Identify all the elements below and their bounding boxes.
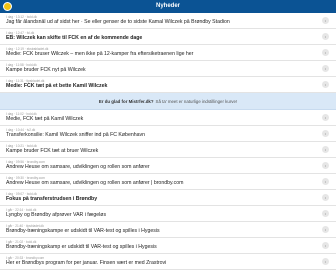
news-item-headline-extra[interactable]: · Se eller genser de to sidste Kamal Wil… [80,19,230,25]
news-list-item[interactable]: I dag · 10:21 · bold.dk Kampe bruder FCK … [0,142,336,158]
news-list-item[interactable]: I dag · 12:19 · ekstrabladet.dk Medie: FC… [0,45,336,61]
news-item-headline-text[interactable]: EB: Wilczek kan skifte til FCK en af de … [6,35,142,41]
promo-banner-text[interactable]: Så ta' meet er naturlige indstillinger k… [156,99,238,104]
comment-count-icon[interactable]: • [322,114,329,121]
comment-count-icon[interactable]: • [322,210,329,217]
news-list-item[interactable]: I går · 20:33 · brondby.com Her er Brøndb… [0,254,336,270]
news-item-headline-text[interactable]: Brøndby-træningskamp er udskidt til VAR-… [6,244,157,250]
news-item-headline[interactable]: Jag får ålandsnål ud af sidst her · Se e… [6,19,314,26]
comment-count-icon[interactable]: • [322,49,329,56]
comment-count-icon[interactable]: • [322,226,329,233]
news-item-headline-text[interactable]: Kampe bruder FCK tæt at bruer Wilczek [6,148,98,154]
comment-count-icon[interactable]: • [322,81,329,88]
news-item-headline-text[interactable]: Medie: FCK bruser Wilczek – men ikke på … [6,51,193,57]
news-item-headline-text[interactable]: Medie, FCK tæt på Kamil Wilczek [6,116,83,122]
news-item-headline[interactable]: Fokus på transferstrudsen i Brøndby [6,196,314,203]
news-item-headline[interactable]: Transferkonsilie: Kamil Wilczek sniffer … [6,132,314,139]
news-item-headline[interactable]: Lyngby og Brøndby afprøver VAR i fægeløs [6,212,314,219]
comment-count-icon[interactable]: • [322,130,329,137]
news-list-item[interactable]: I dag · 11:02 · bold.dk Medie, FCK tæt på… [0,110,336,126]
news-item-headline-text[interactable]: Fokus på transferstrudsen i Brøndby [6,196,97,202]
comment-count-icon[interactable]: • [322,162,329,169]
top-navigation-bar: Nyheder [0,0,336,13]
news-item-headline[interactable]: Medie: FCK bruser Wilczek – men ikke på … [6,51,314,58]
news-list-item[interactable]: I dag · 09:56 · brondby.com Andrew Heuse … [0,158,336,174]
page-title: Nyheder [155,3,180,9]
news-list-item[interactable]: I går · 21:40 · tipsbladet.dk Brøndby-træ… [0,222,336,238]
news-list-item[interactable]: I dag · 11:58 · bold.dk Kampe bruder FCK … [0,61,336,77]
news-item-headline[interactable]: Brøndby-træningskampe er udskidt til VAR… [6,228,314,235]
news-feed: I dag · 13:12 · bold.dk Jag får ålandsnål… [0,13,336,270]
news-item-headline[interactable]: EB: Wilczek kan skifte til FCK en af de … [6,35,314,42]
news-item-headline-text[interactable]: Kampe bruder FCK nyt på Wilczek [6,67,86,73]
news-item-headline-text[interactable]: Andrew Heuse om samsare, udviklingen og … [6,180,183,186]
news-list-item[interactable]: I går · 21:02 · bold.dk Brøndby-træningsk… [0,238,336,254]
news-list-item[interactable]: I dag · 10:44 · tv2.dk Transferkonsilie: … [0,126,336,142]
comment-count-icon[interactable]: • [322,258,329,265]
news-item-headline[interactable]: Andrew Heuse om samsare, udviklingen og … [6,180,314,187]
news-item-headline[interactable]: Andrew Heuse om samsare, udviklingen og … [6,164,314,171]
news-item-headline-text[interactable]: Her er Brøndbys program for per januar. … [6,260,166,266]
news-item-headline-text[interactable]: Jag får ålandsnål ud af sidst her [6,19,80,25]
news-item-headline[interactable]: Medie: FCK tæt på et bette Kamil Wilczek [6,83,314,90]
news-list-item[interactable]: I går · 22:14 · bold.dk Lyngby og Brøndby… [0,206,336,222]
promo-banner-title: Er du glad for Mistrfer.dk? [98,98,154,104]
news-item-headline-text[interactable]: Lyngby og Brøndby afprøver VAR i fægeløs [6,212,106,218]
comment-count-icon[interactable]: • [322,17,329,24]
comment-count-icon[interactable]: • [322,178,329,185]
news-list-item[interactable]: I dag · 09:30 · brondby.com Andrew Heuse … [0,174,336,190]
news-list-item[interactable]: I dag · 13:12 · bold.dk Jag får ålandsnål… [0,13,336,29]
news-list-item[interactable]: I dag · 11:31 · tipsbladet.dk Medie: FCK … [0,77,336,93]
comment-count-icon[interactable]: • [322,65,329,72]
news-list-item[interactable]: I dag · 09:07 · bold.dk Fokus på transfer… [0,190,336,206]
comment-count-icon[interactable]: • [322,194,329,201]
app-logo-icon[interactable] [3,2,12,11]
news-item-headline-text[interactable]: Medie: FCK tæt på et bette Kamil Wilczek [6,83,107,89]
promo-banner[interactable]: Er du glad for Mistrfer.dk? Så ta' meet e… [0,93,336,110]
news-list-item[interactable]: I dag · 12:47 · fcl.dk EB: Wilczek kan sk… [0,29,336,45]
news-item-headline[interactable]: Brøndby-træningskamp er udskidt til VAR-… [6,244,314,251]
news-item-headline-text[interactable]: Andrew Heuse om samsare, udviklingen og … [6,164,150,170]
news-item-headline[interactable]: Her er Brøndbys program for per januar. … [6,260,314,267]
news-item-headline-text[interactable]: Transferkonsilie: Kamil Wilczek sniffer … [6,132,145,138]
news-item-headline[interactable]: Medie, FCK tæt på Kamil Wilczek [6,116,314,123]
news-item-headline[interactable]: Kampe bruder FCK tæt at bruer Wilczek [6,148,314,155]
comment-count-icon[interactable]: • [322,146,329,153]
comment-count-icon[interactable]: • [322,33,329,40]
news-item-headline-text[interactable]: Brøndby-træningskampe er udskidt til VAR… [6,228,160,234]
news-item-headline[interactable]: Kampe bruder FCK nyt på Wilczek [6,67,314,74]
comment-count-icon[interactable]: • [322,242,329,249]
